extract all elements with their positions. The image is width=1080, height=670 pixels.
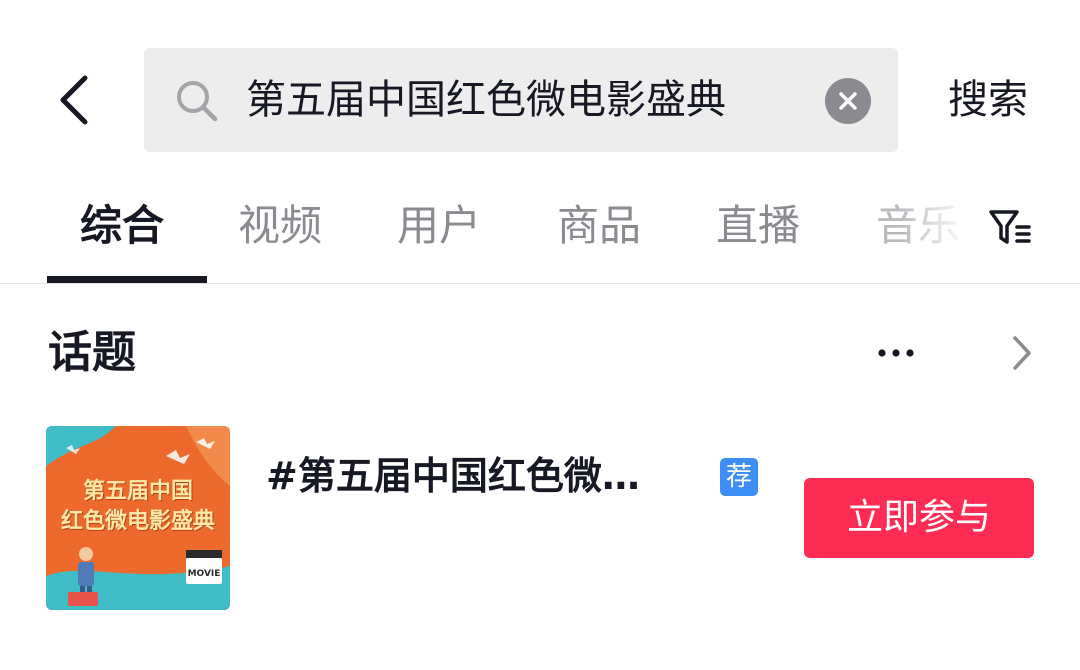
cover-title-line2: 红色微电影盛典 xyxy=(60,508,215,534)
tab-users[interactable]: 用户 xyxy=(397,176,481,276)
tab-bar: 综合 视频 用户 商品 直播 音乐 xyxy=(0,176,1080,284)
active-tab-indicator xyxy=(47,276,207,283)
topic-cover-image: MOVIE 第五届中国 红色微电影盛典 xyxy=(46,426,230,610)
topic-name: #第五届中国红色微… xyxy=(266,454,640,498)
chevron-right-icon xyxy=(1013,336,1031,370)
topic-card[interactable]: MOVIE 第五届中国 红色微电影盛典 #第五届中国红色微… 荐 立即参与 xyxy=(0,416,1080,616)
tab-divider xyxy=(0,283,1080,284)
join-topic-button[interactable]: 立即参与 xyxy=(804,478,1034,558)
search-icon xyxy=(177,81,218,122)
tab-live[interactable]: 直播 xyxy=(716,176,800,276)
tab-videos[interactable]: 视频 xyxy=(238,176,322,276)
cover-title-line1: 第五届中国 xyxy=(82,478,193,504)
more-icon xyxy=(878,349,914,357)
topic-section-header: 话题 xyxy=(0,318,1080,388)
more-button[interactable] xyxy=(868,331,924,375)
filter-icon xyxy=(989,210,1031,244)
recommend-badge: 荐 xyxy=(720,458,758,496)
section-chevron-button[interactable] xyxy=(1000,331,1044,375)
chevron-left-icon xyxy=(60,75,88,125)
clapper-label: MOVIE xyxy=(188,569,221,579)
filter-button[interactable] xyxy=(982,200,1038,256)
tab-general[interactable]: 综合 xyxy=(80,176,164,276)
tab-products[interactable]: 商品 xyxy=(557,176,641,276)
search-box[interactable]: 第五届中国红色微电影盛典 xyxy=(144,48,898,152)
search-input[interactable]: 第五届中国红色微电影盛典 xyxy=(246,48,806,152)
back-button[interactable] xyxy=(40,62,106,138)
clear-search-button[interactable] xyxy=(825,78,871,124)
clear-icon xyxy=(839,92,857,110)
tab-music[interactable]: 音乐 xyxy=(876,176,972,276)
search-results-page: 第五届中国红色微电影盛典 搜索 综合 视频 用户 商品 直播 音乐 话题 MOV… xyxy=(0,0,1080,670)
search-submit-button[interactable]: 搜索 xyxy=(930,48,1046,152)
section-title: 话题 xyxy=(48,327,136,378)
